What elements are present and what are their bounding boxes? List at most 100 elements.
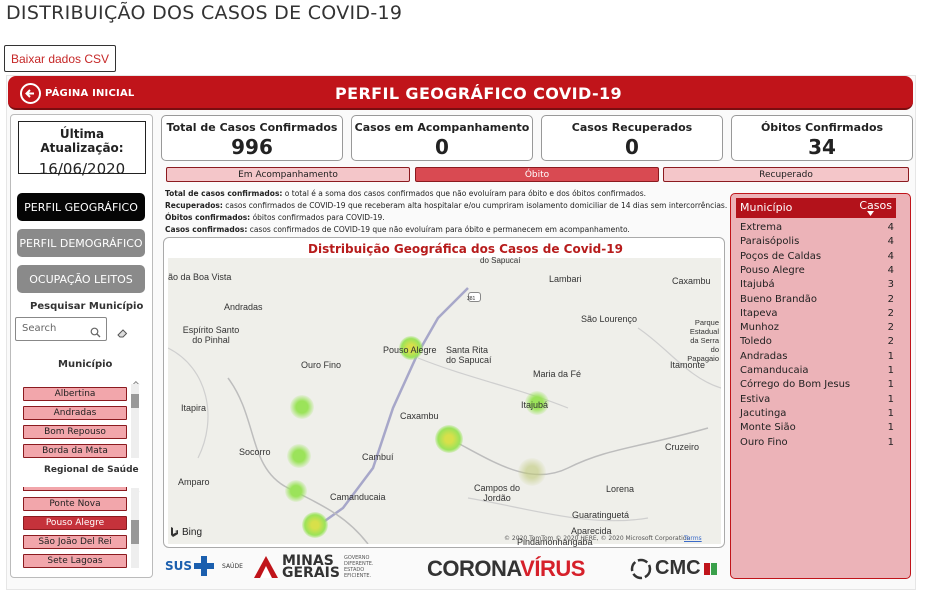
slicer-item-municipio[interactable]: Andradas	[23, 406, 127, 420]
map-place-label: Amparo	[178, 477, 210, 487]
table-row[interactable]: Pouso Alegre 4	[740, 265, 894, 279]
slicer-item-partial	[23, 487, 127, 491]
table-header-casos[interactable]: Casos	[859, 199, 892, 212]
map-place-label: do Sapucaí	[480, 256, 521, 265]
bing-logo: Bing	[170, 527, 202, 538]
map-canvas[interactable]	[168, 258, 721, 544]
map-roads	[168, 287, 721, 544]
kpi-obitos: Óbitos Confirmados 34	[731, 115, 913, 161]
table-row[interactable]: Extrema 4	[740, 222, 894, 236]
table-cell-municipio: Poços de Caldas	[740, 250, 822, 262]
table-row[interactable]: Córrego do Bom Jesus 1	[740, 379, 894, 393]
table-cell-casos: 1	[887, 407, 894, 419]
map-place-label: Pouso Alegre	[383, 345, 437, 355]
corona-virus-logo: CORONAVÍRUS	[427, 556, 585, 582]
map-place-label: Caxambu	[672, 276, 711, 286]
nav-perfil-geografico[interactable]: PERFIL GEOGRÁFICO	[17, 193, 145, 221]
table-cell-casos: 4	[887, 250, 894, 262]
hotspot[interactable]	[287, 444, 311, 468]
kpi-label: Casos Recuperados	[571, 121, 693, 134]
slicer-item-municipio[interactable]: Bom Repouso	[23, 425, 127, 439]
table-row[interactable]: Toledo 2	[740, 336, 894, 350]
table-cell-municipio: Córrego do Bom Jesus	[740, 379, 851, 391]
governo-text: GOVERNO DIFERENTE. ESTADO EFICIENTE.	[343, 555, 374, 579]
filter-em-acompanhamento[interactable]: Em Acompanhamento	[166, 167, 410, 182]
regional-scroll-thumb[interactable]	[131, 520, 139, 544]
filter-obito[interactable]: Óbito	[415, 167, 659, 182]
slicer-item-regional[interactable]: Ponte Nova	[23, 497, 127, 511]
last-update-card: Última Atualização: 16/06/2020	[18, 121, 146, 178]
kpi-value: 0	[625, 135, 639, 159]
table-cell-casos: 4	[887, 264, 894, 276]
table-row[interactable]: Bueno Brandão 2	[740, 294, 894, 308]
slicer-item-municipio[interactable]: Borda da Mata	[23, 444, 127, 458]
municipio-scroll-thumb[interactable]	[131, 394, 139, 408]
hotspot[interactable]	[285, 480, 307, 502]
search-heading: Pesquisar Município	[30, 301, 144, 312]
home-link[interactable]: PÁGINA INICIAL	[45, 88, 134, 99]
table-row[interactable]: Poços de Caldas 4	[740, 251, 894, 265]
hotspot[interactable]	[302, 512, 328, 538]
sus-cross-icon	[194, 556, 215, 576]
table-row[interactable]: Munhoz 2	[740, 322, 894, 336]
search-icon[interactable]	[90, 323, 101, 342]
nav-ocupacao-leitos[interactable]: OCUPAÇÃO LEITOS	[17, 265, 145, 293]
table-row[interactable]: Jacutinga 1	[740, 408, 894, 422]
table-cell-casos: 1	[887, 365, 894, 376]
table-row[interactable]: Itajubá 3	[740, 279, 894, 293]
table-row[interactable]: Paraisópolis 4	[740, 236, 894, 250]
sort-desc-icon[interactable]	[867, 211, 874, 216]
nav-perfil-demografico[interactable]: PERFIL DEMOGRÁFICO	[17, 229, 145, 257]
table-header-municipio[interactable]: Município	[740, 201, 792, 214]
municipio-slicer-heading: Município	[58, 359, 113, 370]
definition-confirmados: Casos confirmados: casos confirmados de …	[165, 225, 630, 234]
eraser-icon[interactable]	[117, 323, 128, 342]
table-header: Município Casos	[736, 198, 896, 218]
table-cell-casos: 1	[887, 350, 894, 362]
saude-text: SAÚDE	[222, 562, 243, 570]
kpi-label: Óbitos Confirmados	[760, 121, 884, 134]
cmc-text: CMC	[655, 557, 701, 579]
back-arrow-icon[interactable]	[20, 83, 41, 104]
table-cell-municipio: Paraisópolis	[740, 236, 800, 248]
kpi-label: Total de Casos Confirmados	[166, 121, 338, 134]
map-place-label: Socorro	[239, 447, 271, 457]
kpi-total-confirmados: Total de Casos Confirmados 996	[161, 115, 343, 161]
table-cell-municipio: Itapeva	[740, 307, 778, 319]
map-place-label: Itamonte	[670, 360, 706, 370]
table-cell-municipio: Andradas	[740, 350, 788, 362]
table-row[interactable]: Estiva 1	[740, 394, 894, 408]
minas-triangle-icon	[254, 556, 278, 578]
slicer-item-regional[interactable]: São João Del Rei	[23, 535, 127, 549]
table-row[interactable]: Ouro Fino 1	[740, 437, 894, 451]
map-place-label: Parque Estadual da Serra do Papagaio	[687, 318, 719, 363]
slicer-item-municipio[interactable]: Albertina	[23, 387, 127, 401]
table-cell-casos: 1	[887, 379, 894, 391]
table-cell-casos: 1	[887, 436, 894, 448]
table-cell-casos: 1	[887, 393, 894, 405]
terrain-patch	[518, 458, 546, 486]
filter-recuperado[interactable]: Recuperado	[663, 167, 909, 182]
table-row[interactable]: Andradas 1	[740, 351, 894, 365]
table-cell-municipio: Munhoz	[740, 322, 780, 334]
table-row[interactable]: Camanducaia 1	[740, 365, 894, 379]
kpi-recuperados: Casos Recuperados 0	[541, 115, 723, 161]
slicer-item-regional[interactable]: Sete Lagoas	[23, 554, 127, 568]
hotspot[interactable]	[290, 395, 314, 419]
map-place-label: Cambuí	[362, 452, 394, 462]
table-cell-casos: 2	[887, 307, 894, 319]
bing-icon	[171, 527, 178, 537]
sus-text: SUS	[165, 559, 193, 573]
hotspot[interactable]	[435, 425, 463, 453]
download-csv-button[interactable]: Baixar dados CSV	[4, 45, 116, 72]
table-row[interactable]: Monte Sião 1	[740, 422, 894, 436]
definition-recuperados: Recuperados: casos confirmados de COVID-…	[165, 201, 728, 210]
map-place-label: Caxambu	[400, 411, 439, 421]
table-cell-municipio: Camanducaia	[740, 365, 809, 376]
table-cell-casos: 2	[887, 336, 894, 348]
map-place-label: Santa Rita do Sapucaí	[446, 345, 492, 365]
corona-text: CORONA	[427, 556, 521, 581]
map-terms-link[interactable]: Terms	[684, 535, 702, 542]
slicer-item-regional-selected[interactable]: Pouso Alegre	[23, 516, 127, 530]
table-row[interactable]: Itapeva 2	[740, 308, 894, 322]
